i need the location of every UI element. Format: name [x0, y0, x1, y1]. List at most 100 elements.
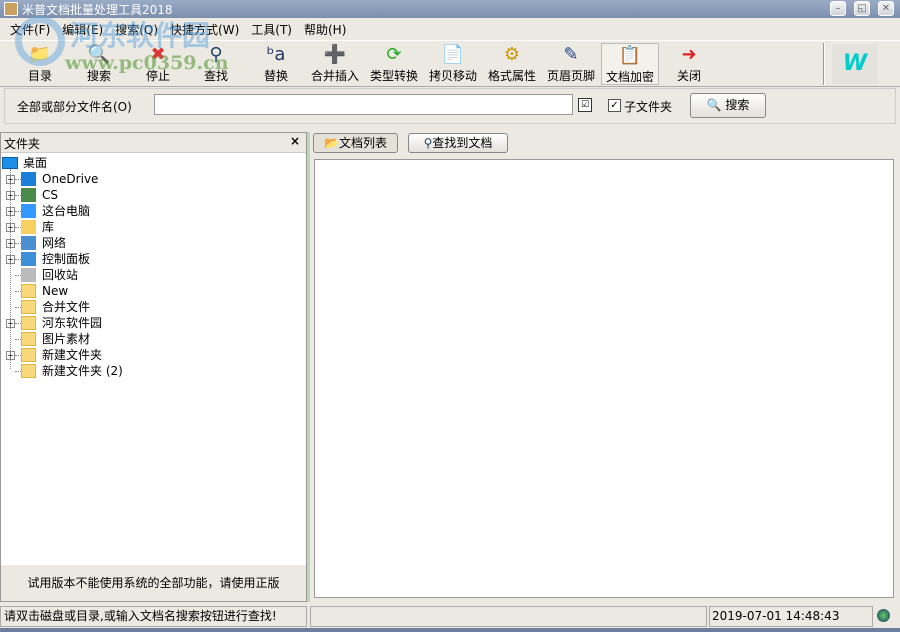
- search-button[interactable]: 🔍 搜索: [690, 93, 766, 118]
- tree-item[interactable]: 合并文件: [1, 299, 301, 315]
- library-icon: [21, 220, 36, 234]
- computer-icon: [21, 204, 36, 218]
- tree-item[interactable]: + 控制面板: [1, 251, 301, 267]
- toolbar-button-copy[interactable]: 📄 拷贝移动: [424, 43, 482, 85]
- search-bar: 全部或部分文件名(O) ☑ ✓ 子文件夹 🔍 搜索: [0, 88, 900, 126]
- folder-icon: [21, 364, 36, 378]
- binoculars-icon: ⚲: [209, 44, 223, 65]
- toolbar-button-exit[interactable]: ➜ 关闭: [660, 43, 718, 85]
- tree-item[interactable]: New: [1, 283, 301, 299]
- toolbar-label: 类型转换: [369, 69, 418, 83]
- toolbar-label: 搜索: [86, 69, 111, 83]
- folder-icon: 📁: [28, 44, 52, 65]
- tree-item[interactable]: 图片素材: [1, 331, 301, 347]
- tree-item[interactable]: 新建文件夹 (2): [1, 363, 301, 379]
- toolbar-button-search-doc[interactable]: 🔍 搜索: [70, 43, 128, 85]
- toolbar-button-convert[interactable]: ⟳ 类型转换: [365, 43, 423, 85]
- subfolder-checkbox[interactable]: ✓: [608, 99, 621, 112]
- tree-label: 新建文件夹: [42, 348, 103, 362]
- network-icon: [21, 236, 36, 250]
- window-title: 米普文档批量处理工具2018: [22, 3, 173, 17]
- tree-label: 新建文件夹 (2): [42, 364, 123, 378]
- menu-item[interactable]: 帮助(H): [304, 21, 346, 38]
- merge-icon: ➕: [323, 44, 347, 65]
- app-icon: [4, 2, 18, 16]
- exit-icon: ➜: [681, 44, 697, 65]
- tree-label: New: [42, 284, 69, 298]
- toolbar-button-replace[interactable]: ᵇa 替换: [247, 43, 305, 85]
- cloud-icon: [21, 172, 36, 186]
- toolbar-label: 格式属性: [487, 69, 536, 83]
- folder-panel-title: 文件夹: [4, 137, 41, 151]
- tree-label: 控制面板: [42, 252, 91, 266]
- tree-label: 合并文件: [42, 300, 91, 314]
- toolbar-button-stop[interactable]: ✖ 停止: [129, 43, 187, 85]
- menu-item[interactable]: 工具(T): [251, 21, 292, 38]
- document-panel: 📂文档列表 ⚲查找到文档: [310, 130, 898, 602]
- tree-label: 库: [42, 220, 55, 234]
- search-doc-icon: 🔍: [87, 44, 111, 65]
- toolbar-label: 关闭: [676, 69, 701, 83]
- convert-icon: ⟳: [386, 44, 402, 65]
- status-message: 请双击磁盘或目录,或输入文档名搜索按钮进行查找!: [0, 606, 307, 627]
- toolbar-label: 目录: [27, 69, 52, 83]
- tab-document-list[interactable]: 📂文档列表: [313, 133, 398, 153]
- toolbar-button-folder[interactable]: 📁 目录: [11, 43, 69, 85]
- tree-item[interactable]: + 网络: [1, 235, 301, 251]
- menu-item[interactable]: 编辑(E): [62, 21, 103, 38]
- options-icon[interactable]: ☑: [578, 98, 592, 112]
- toolbar-label: 查找: [203, 69, 228, 83]
- tree-item[interactable]: + 新建文件夹: [1, 347, 301, 363]
- toolbar-label: 页眉页脚: [546, 69, 595, 83]
- tab-found-documents[interactable]: ⚲查找到文档: [408, 133, 508, 153]
- tree-item[interactable]: 回收站: [1, 267, 301, 283]
- tree-item[interactable]: + OneDrive: [1, 171, 301, 187]
- desktop-icon: [2, 157, 18, 169]
- folder-open-icon: 📂: [324, 136, 339, 150]
- folder-panel-close-button[interactable]: ×: [290, 134, 300, 148]
- tree-label: OneDrive: [42, 172, 99, 186]
- toolbar-button-format[interactable]: ⚙ 格式属性: [483, 43, 541, 85]
- maximize-button[interactable]: ◱: [854, 1, 870, 16]
- folder-panel: 文件夹 × 桌面 + OneDrive + CS + 这台电脑 + 库 + 网络 + 控制面板 回收站 N…: [0, 132, 307, 602]
- tab-label: 文档列表: [338, 136, 387, 150]
- status-datetime: 2019-07-01 14:48:43: [709, 606, 873, 627]
- word-logo-icon: W: [832, 44, 878, 84]
- toolbar-button-merge[interactable]: ➕ 合并插入: [306, 43, 364, 85]
- folder-icon: [21, 284, 36, 298]
- search-button-label: 搜索: [725, 98, 750, 112]
- tree-item[interactable]: + 这台电脑: [1, 203, 301, 219]
- tree-item[interactable]: + CS: [1, 187, 301, 203]
- minimize-button[interactable]: –: [830, 1, 846, 16]
- format-icon: ⚙: [503, 44, 521, 65]
- close-button[interactable]: ✕: [878, 1, 894, 16]
- encrypt-icon: 📋: [618, 45, 642, 66]
- user-icon: [21, 188, 36, 202]
- folder-icon: [21, 316, 36, 330]
- filename-input[interactable]: [154, 94, 573, 115]
- menu-bar: 文件(F) 编辑(E) 搜索(Q) 快捷方式(W) 工具(T) 帮助(H): [0, 18, 900, 40]
- folder-icon: [21, 300, 36, 314]
- toolbar-button-header-footer[interactable]: ✎ 页眉页脚: [542, 43, 600, 85]
- tree-item[interactable]: + 库: [1, 219, 301, 235]
- toolbar-label: 文档加密: [605, 70, 654, 84]
- tree-item[interactable]: + 河东软件园: [1, 315, 301, 331]
- globe-icon: [877, 609, 890, 622]
- tree-label: 桌面: [23, 156, 48, 170]
- subfolder-label: 子文件夹: [624, 100, 673, 114]
- stop-icon: ✖: [150, 44, 166, 65]
- splitter[interactable]: [307, 132, 310, 602]
- toolbar-label: 拷贝移动: [428, 69, 477, 83]
- toolbar-button-binoculars[interactable]: ⚲ 查找: [187, 43, 245, 85]
- control-panel-icon: [21, 252, 36, 266]
- menu-item[interactable]: 搜索(Q): [115, 21, 158, 38]
- toolbar-button-encrypt[interactable]: 📋 文档加密: [601, 43, 659, 85]
- title-bar: 米普文档批量处理工具2018 – ◱ ✕: [0, 0, 900, 18]
- status-bar: 请双击磁盘或目录,或输入文档名搜索按钮进行查找! 2019-07-01 14:4…: [0, 604, 900, 628]
- magnifier-icon: 🔍: [706, 98, 722, 112]
- filename-label: 全部或部分文件名(O): [17, 100, 132, 114]
- tree-label: 图片素材: [42, 332, 91, 346]
- document-list[interactable]: [314, 159, 894, 598]
- menu-item[interactable]: 快捷方式(W): [170, 21, 239, 38]
- menu-item[interactable]: 文件(F): [10, 21, 50, 38]
